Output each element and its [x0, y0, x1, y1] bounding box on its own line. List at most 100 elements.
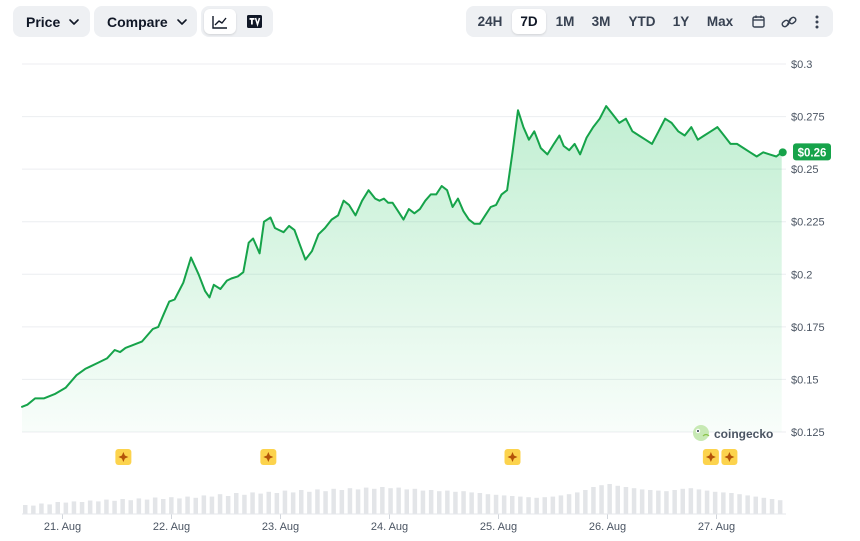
x-tick-label: 26. Aug	[589, 521, 626, 533]
volume-bar	[339, 490, 345, 514]
volume-bar	[112, 500, 117, 514]
volume-bar	[688, 488, 694, 514]
volume-bar	[71, 501, 77, 514]
y-tick-label: $0.15	[791, 374, 819, 386]
volume-bar	[193, 497, 198, 514]
event-star-icon[interactable]	[115, 449, 132, 465]
volume-bar	[104, 499, 109, 514]
volume-bar	[729, 493, 734, 514]
volume-bar	[445, 490, 450, 514]
volume-bars	[23, 484, 783, 514]
y-tick-label: $0.25	[791, 164, 819, 176]
volume-bar	[274, 493, 280, 514]
volume-bar	[469, 492, 474, 514]
volume-bar	[388, 488, 393, 514]
volume-bar	[79, 502, 85, 514]
volume-bar	[404, 489, 409, 514]
x-tick-label: 27. Aug	[698, 521, 735, 533]
volume-bar	[591, 487, 596, 514]
volume-bar	[583, 490, 588, 514]
volume-bar	[437, 491, 442, 514]
volume-bar	[631, 488, 637, 514]
volume-bar	[372, 488, 377, 514]
volume-bar	[648, 490, 653, 514]
volume-bar	[623, 487, 629, 514]
volume-bar	[209, 496, 215, 514]
volume-bar	[380, 487, 385, 514]
y-axis: $0.3 $0.275 $0.25 $0.225 $0.2 $0.175 $0.15 $0.1…	[791, 59, 825, 439]
volume-bar	[39, 503, 44, 514]
volume-bar	[501, 495, 507, 514]
volume-bar	[250, 492, 255, 514]
volume-bar	[639, 489, 645, 514]
volume-bar	[55, 502, 60, 514]
volume-bar	[63, 502, 69, 514]
volume-bar	[290, 492, 296, 514]
volume-bar	[31, 505, 36, 514]
volume-bar	[510, 496, 515, 514]
x-tick-label: 23. Aug	[262, 521, 299, 533]
volume-bar	[737, 494, 742, 514]
volume-bar	[144, 499, 150, 514]
volume-bar	[566, 494, 572, 514]
y-tick-label: $0.275	[791, 112, 825, 124]
volume-bar	[396, 487, 401, 514]
volume-bar	[282, 490, 288, 514]
coingecko-logo-icon	[693, 425, 710, 441]
volume-bar	[696, 489, 702, 514]
volume-bar	[177, 498, 182, 514]
volume-bar	[315, 489, 320, 514]
volume-bar	[307, 491, 312, 514]
volume-bar	[128, 500, 133, 514]
volume-bar	[664, 491, 669, 514]
volume-bar	[169, 497, 174, 514]
volume-bar	[299, 490, 304, 514]
volume-bar	[656, 490, 661, 514]
volume-bar	[777, 500, 783, 514]
volume-bar	[217, 494, 223, 514]
event-star-icon[interactable]	[702, 449, 719, 465]
event-star-icon[interactable]	[504, 449, 521, 465]
volume-bar	[412, 488, 418, 514]
event-star-icon[interactable]	[260, 449, 277, 465]
volume-bar	[769, 499, 775, 514]
volume-bar	[242, 494, 247, 514]
volume-bar	[23, 505, 28, 514]
volume-bar	[201, 495, 207, 514]
volume-bar	[152, 497, 158, 514]
volume-bar	[47, 504, 52, 514]
volume-bar	[420, 490, 426, 514]
price-area-fill	[22, 106, 782, 432]
volume-bar	[672, 490, 677, 514]
volume-bar	[363, 487, 369, 514]
volume-bar	[518, 496, 523, 514]
volume-bar	[485, 494, 491, 514]
volume-bar	[526, 497, 531, 514]
volume-bar	[331, 488, 336, 514]
volume-bar	[542, 497, 547, 514]
volume-bar	[704, 490, 710, 514]
event-star-icon[interactable]	[721, 449, 738, 465]
volume-bar	[453, 491, 458, 514]
volume-bar	[721, 492, 726, 514]
current-price-dot	[778, 148, 787, 157]
volume-bar	[607, 484, 612, 514]
volume-bar	[493, 494, 499, 514]
x-tick-label: 24. Aug	[371, 521, 408, 533]
event-markers	[115, 449, 738, 465]
volume-bar	[712, 491, 718, 514]
volume-bar	[558, 495, 564, 514]
volume-bar	[575, 492, 580, 514]
current-price-badge: $0.26	[793, 143, 831, 161]
price-chart: $0.3 $0.275 $0.25 $0.225 $0.2 $0.175 $0.15 $0.1…	[21, 59, 831, 533]
y-tick-label: $0.3	[791, 59, 812, 71]
volume-bar	[96, 501, 101, 514]
volume-bar	[745, 495, 750, 514]
volume-bar	[136, 498, 142, 514]
volume-bar	[225, 496, 231, 514]
volume-bar	[761, 497, 767, 514]
y-tick-label: $0.225	[791, 217, 825, 229]
volume-bar	[258, 493, 263, 514]
x-tick-label: 22. Aug	[153, 521, 190, 533]
y-tick-label: $0.125	[791, 427, 825, 439]
